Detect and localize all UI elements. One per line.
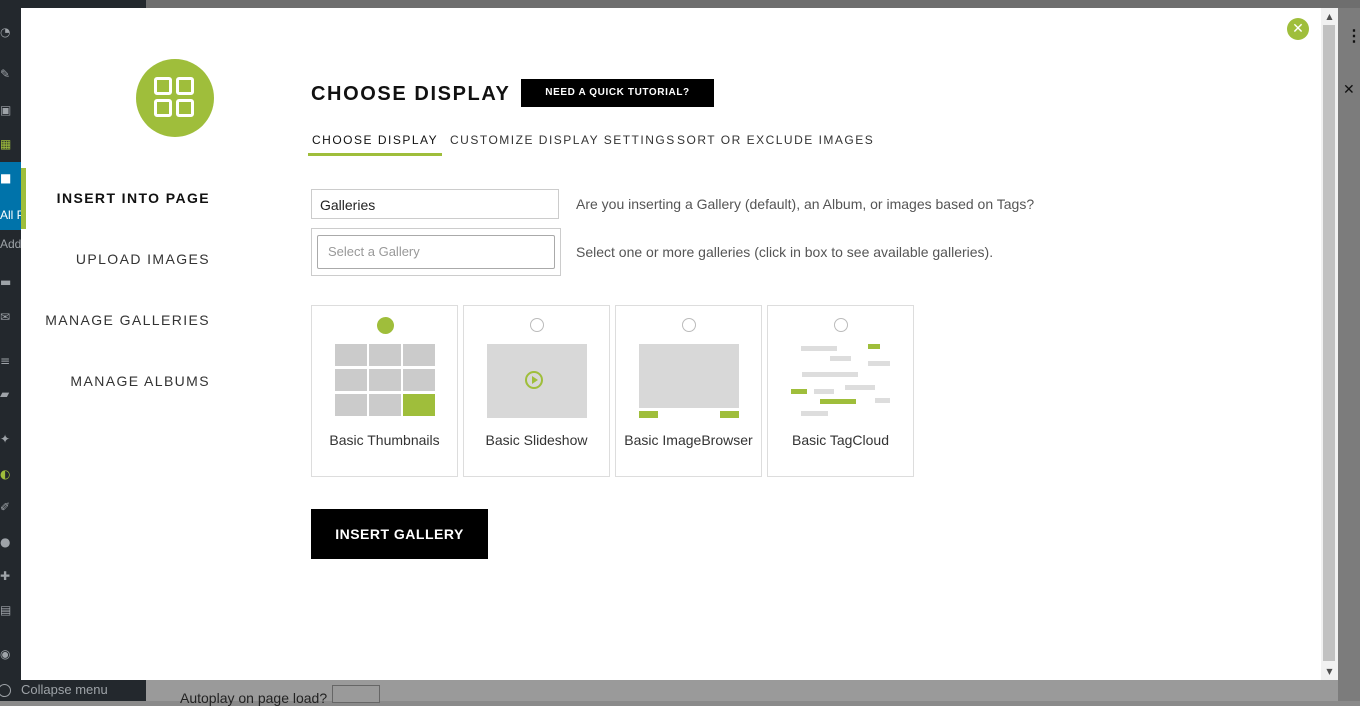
nav-manage-galleries[interactable]: MANAGE GALLERIES [45, 312, 210, 328]
plugins-icon[interactable]: ✐ [0, 501, 14, 513]
gallery-plugin-icon[interactable]: ▦ [0, 138, 14, 150]
dashboard-icon[interactable]: ◔ [0, 26, 14, 38]
media-icon[interactable]: ▣ [0, 104, 14, 116]
gallery-select-input[interactable]: Select a Gallery [317, 235, 555, 269]
gallery-logo-icon [136, 59, 214, 137]
display-type-radio[interactable] [530, 318, 544, 332]
play-icon [525, 371, 543, 389]
display-type-label: Basic TagCloud [791, 432, 890, 448]
display-type-basic-thumbnails[interactable]: Basic Thumbnails [311, 305, 458, 477]
panel-close-icon[interactable]: ✕ [1343, 82, 1355, 98]
display-type-label: Basic ImageBrowser [624, 432, 753, 448]
appearance-icon[interactable]: ✦ [0, 433, 14, 445]
editor-icon[interactable]: ≡ [0, 355, 14, 367]
insert-gallery-button[interactable]: INSERT GALLERY [311, 509, 488, 559]
wp-admin-topbar [146, 0, 1360, 8]
tools-icon[interactable]: ✚ [0, 570, 14, 582]
collapse-menu[interactable]: Collapse menu [0, 682, 108, 698]
scrollbar-thumb[interactable] [1323, 25, 1335, 661]
slideshow-preview-icon [487, 344, 587, 418]
gallery-select-wrapper: Select a Gallery [311, 228, 561, 276]
collapse-icon [0, 684, 11, 698]
pages-icon[interactable]: ■ [0, 172, 14, 184]
nav-upload-images[interactable]: UPLOAD IMAGES [76, 251, 210, 267]
collapse-menu-label: Collapse menu [21, 682, 108, 697]
users-icon[interactable]: ● [0, 536, 14, 548]
settings-icon[interactable]: ▤ [0, 604, 14, 616]
modal-scrollbar[interactable]: ▲ ▼ [1321, 8, 1338, 680]
tab-choose-display[interactable]: CHOOSE DISPLAY [308, 133, 443, 156]
extra-icon[interactable]: ◉ [0, 648, 14, 660]
source-select[interactable]: Galleries [311, 189, 559, 219]
display-type-basic-imagebrowser[interactable]: Basic ImageBrowser [615, 305, 762, 477]
comments-icon[interactable]: ▬ [0, 276, 14, 288]
display-type-radio[interactable] [682, 318, 696, 332]
tab-customize-display-settings[interactable]: CUSTOMIZE DISPLAY SETTINGS [446, 133, 680, 153]
autoplay-select[interactable] [332, 685, 380, 703]
active-nav-indicator [21, 168, 26, 229]
tab-sort-or-exclude-images[interactable]: SORT OR EXCLUDE IMAGES [673, 133, 878, 153]
insert-gallery-modal: ✕ ▲ ▼ INSERT INTO PAGE UPLOAD IMAGES MAN… [21, 8, 1338, 680]
source-select-help: Are you inserting a Gallery (default), a… [576, 196, 1035, 212]
wp-editor-area: Autoplay on page load? [146, 680, 1338, 706]
tagcloud-preview-icon [791, 344, 891, 418]
tutorial-button[interactable]: NEED A QUICK TUTORIAL? [521, 79, 714, 107]
wp-sidebar-add[interactable]: Add [0, 237, 21, 251]
display-type-label: Basic Thumbnails [329, 432, 440, 448]
display-type-label: Basic Slideshow [485, 432, 588, 448]
pin-icon[interactable]: ✎ [0, 68, 14, 80]
display-type-radio[interactable] [834, 318, 848, 332]
display-type-basic-tagcloud[interactable]: Basic TagCloud [767, 305, 914, 477]
gallery-select-help: Select one or more galleries (click in b… [576, 244, 994, 260]
display-type-basic-slideshow[interactable]: Basic Slideshow [463, 305, 610, 477]
display-type-radio[interactable] [377, 317, 394, 334]
scroll-up-icon[interactable]: ▲ [1321, 8, 1338, 25]
folder-icon[interactable]: ▰ [0, 388, 14, 400]
plugin-icon[interactable]: ◐ [0, 468, 14, 480]
page-title: CHOOSE DISPLAY [311, 83, 511, 105]
nav-insert-into-page[interactable]: INSERT INTO PAGE [57, 190, 210, 206]
wp-right-panel: ⋮ ✕ [1338, 8, 1360, 701]
mail-icon[interactable]: ✉ [0, 311, 14, 323]
more-options-icon[interactable]: ⋮ [1346, 26, 1360, 46]
nav-manage-albums[interactable]: MANAGE ALBUMS [70, 373, 210, 389]
autoplay-label: Autoplay on page load? [180, 690, 328, 706]
scroll-down-icon[interactable]: ▼ [1321, 663, 1338, 680]
wp-admin-sidebar: ◔ ✎ ▣ ▦ ■ All P Add ▬ ✉ ≡ ▰ ✦ ◐ ✐ ● ✚ ▤ … [0, 0, 25, 701]
close-icon[interactable]: ✕ [1287, 18, 1309, 40]
